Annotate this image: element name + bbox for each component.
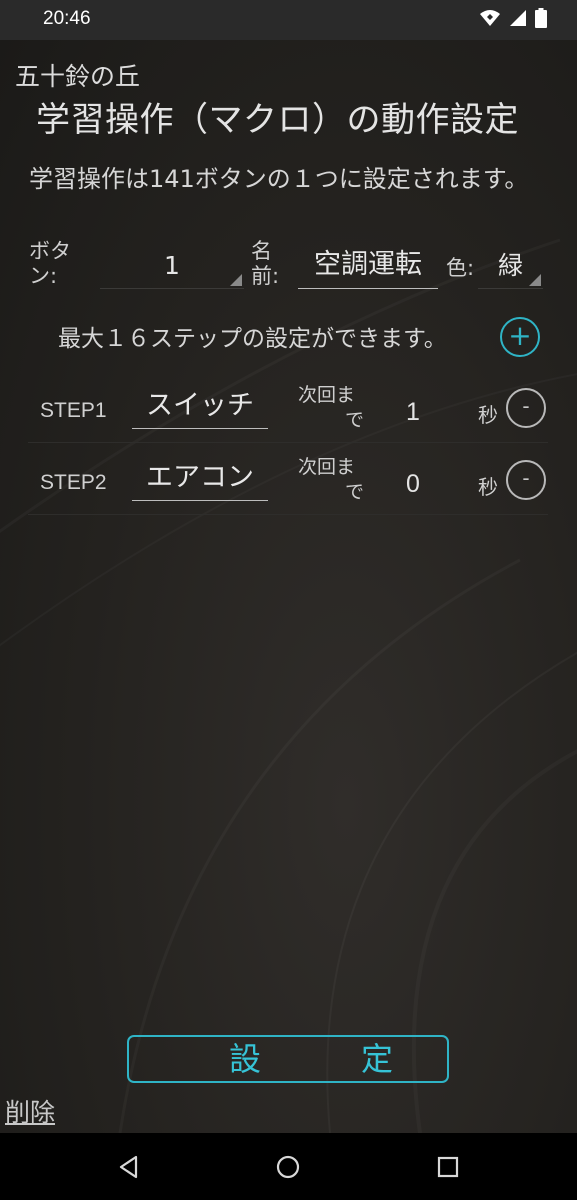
color-select[interactable]: 緑: [478, 246, 543, 289]
name-input[interactable]: 空調運転: [298, 244, 438, 289]
status-time: 20:46: [43, 8, 91, 29]
seconds-unit: 秒: [478, 475, 498, 499]
home-icon[interactable]: [275, 1154, 301, 1180]
set-button[interactable]: 設定: [127, 1035, 449, 1083]
color-value: 緑: [497, 251, 523, 280]
step-next-label-line2: で: [345, 481, 365, 503]
dropdown-arrow-icon: [529, 274, 541, 286]
status-icons: [479, 8, 547, 32]
background-swirl-decoration: [326, 651, 577, 1133]
color-label: 色:: [446, 256, 475, 280]
button-number-label-line1: ボタ: [29, 239, 71, 263]
status-bar: 20:46: [0, 0, 577, 40]
step-seconds-input[interactable]: 0: [383, 470, 443, 499]
screen: 20:46 五十鈴の丘 学習操作（マクロ）の動作設定 学習操作は141ボタンの１…: [0, 0, 577, 1200]
delete-link[interactable]: 削除: [5, 1093, 55, 1129]
button-number-value: 1: [164, 251, 180, 280]
minus-icon: -: [522, 466, 530, 490]
remove-step-button[interactable]: -: [506, 388, 546, 428]
max-steps-info: 最大１６ステップの設定ができます。: [58, 326, 447, 352]
button-number-select[interactable]: 1: [100, 246, 244, 289]
step-next-label: 次回ま で: [298, 455, 368, 505]
settings-content: 五十鈴の丘 学習操作（マクロ）の動作設定 学習操作は141ボタンの１つに設定され…: [0, 40, 577, 1133]
step-row: STEP2 エアコン 次回ま で 0 秒 -: [28, 444, 548, 515]
wifi-icon: [479, 9, 501, 31]
step-name-input[interactable]: エアコン: [132, 458, 268, 501]
plus-icon: +: [508, 319, 532, 352]
app-name: 五十鈴の丘: [15, 62, 141, 91]
back-icon[interactable]: [116, 1154, 142, 1180]
recent-apps-icon[interactable]: [435, 1154, 461, 1180]
button-number-label-line2: ン:: [29, 264, 58, 288]
step-label: STEP1: [40, 399, 107, 422]
remove-step-button[interactable]: -: [506, 460, 546, 500]
dropdown-arrow-icon: [230, 274, 242, 286]
step-next-label-line2: で: [345, 409, 365, 431]
name-label-line1: 名: [251, 239, 272, 263]
name-label-line2: 前:: [251, 264, 280, 288]
step-next-label-line1: 次回ま: [298, 456, 356, 478]
button-number-label: ボタ ン:: [29, 239, 71, 289]
step-next-label: 次回ま で: [298, 383, 368, 433]
step-row: STEP1 スイッチ 次回ま で 1 秒 -: [28, 372, 548, 443]
step-label: STEP2: [40, 471, 107, 494]
navigation-bar: [0, 1133, 577, 1200]
step-name-input[interactable]: スイッチ: [132, 386, 268, 429]
step-next-label-line1: 次回ま: [298, 384, 356, 406]
seconds-unit: 秒: [478, 403, 498, 427]
step-seconds-input[interactable]: 1: [383, 398, 443, 427]
description-text: 学習操作は141ボタンの１つに設定されます。: [29, 165, 529, 193]
add-step-button[interactable]: +: [500, 317, 540, 357]
minus-icon: -: [522, 394, 530, 418]
name-label: 名 前:: [251, 239, 279, 289]
page-title: 学習操作（マクロ）の動作設定: [36, 100, 519, 140]
signal-icon: [509, 9, 527, 31]
battery-icon: [535, 8, 547, 32]
